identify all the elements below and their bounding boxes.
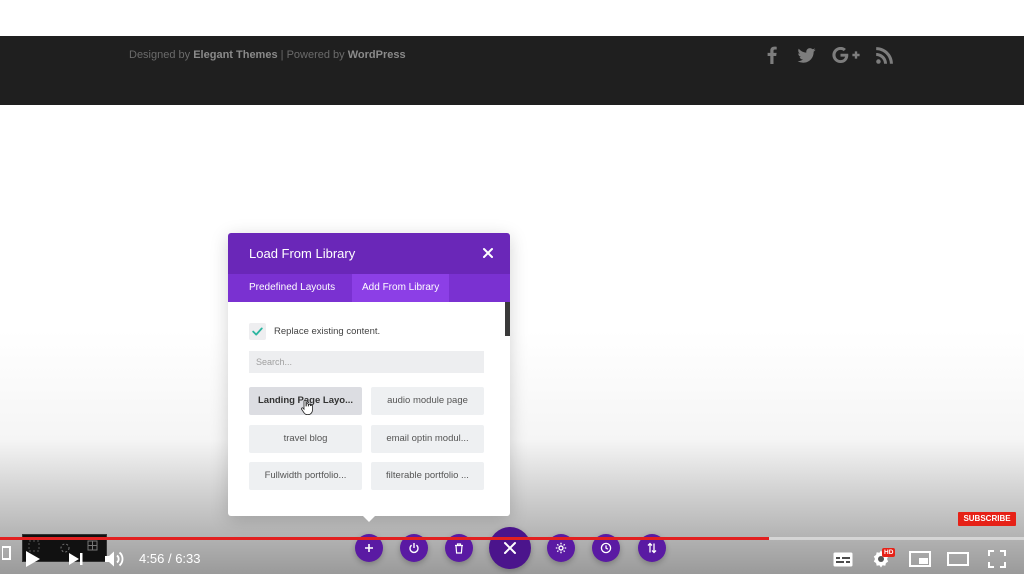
add-icon	[365, 544, 373, 552]
fullscreen-button[interactable]	[986, 548, 1008, 570]
replace-content-option: Replace existing content.	[249, 322, 380, 340]
close-icon[interactable]	[480, 245, 496, 261]
close-builder-button[interactable]	[489, 527, 531, 569]
elegant-themes-link[interactable]: Elegant Themes	[193, 49, 277, 61]
layout-item-audio-module-page[interactable]: audio module page	[371, 387, 484, 415]
replace-content-checkbox[interactable]	[249, 322, 266, 340]
time-display: 4:56 / 6:33	[139, 551, 201, 566]
layout-item-filterable-portfolio[interactable]: filterable portfolio ...	[371, 462, 484, 490]
tab-predefined-layouts[interactable]: Predefined Layouts	[239, 274, 345, 302]
power-icon	[409, 543, 419, 554]
modal-title: Load From Library	[249, 246, 356, 261]
modal-header: Load From Library	[228, 233, 510, 274]
hand-cursor-icon	[301, 399, 313, 415]
current-time: 4:56	[139, 551, 165, 566]
subtitles-icon	[833, 552, 853, 566]
trash-icon	[455, 542, 463, 554]
replace-content-label: Replace existing content.	[274, 325, 381, 337]
previous-chapter-icon[interactable]	[0, 544, 14, 562]
gear-icon	[555, 542, 567, 554]
volume-icon	[105, 551, 124, 567]
play-icon	[26, 551, 40, 567]
tab-add-from-library[interactable]: Add From Library	[352, 274, 450, 302]
layout-item-email-optin[interactable]: email optin modul...	[371, 425, 484, 453]
theater-mode-button[interactable]	[946, 548, 970, 570]
history-icon	[600, 542, 612, 554]
play-button[interactable]	[22, 548, 44, 570]
modal-pointer-arrow	[362, 515, 376, 522]
scrollbar-thumb[interactable]	[505, 302, 510, 336]
subtitles-button[interactable]	[832, 548, 854, 570]
powered-by-text: Powered by	[286, 49, 345, 61]
modal-tabs: Predefined Layouts Add From Library	[228, 274, 510, 302]
footer-credit: Designed by Elegant Themes | Powered by …	[129, 49, 406, 61]
progress-bar[interactable]	[0, 537, 1024, 540]
top-strip	[0, 0, 1024, 36]
next-icon	[69, 553, 83, 565]
volume-button[interactable]	[102, 548, 128, 570]
search-input[interactable]	[249, 351, 484, 373]
duration: 6:33	[175, 551, 201, 566]
load-from-library-modal: Load From Library Predefined Layouts Add…	[228, 233, 510, 516]
layout-item-fullwidth-portfolio[interactable]: Fullwidth portfolio...	[249, 462, 362, 490]
hd-badge: HD	[882, 548, 896, 557]
layout-item-travel-blog[interactable]: travel blog	[249, 425, 362, 453]
fullscreen-icon	[988, 550, 1006, 568]
close-icon	[504, 542, 516, 554]
twitter-icon[interactable]	[792, 44, 820, 66]
credit-separator: |	[280, 49, 284, 61]
theater-icon	[947, 552, 969, 566]
portability-icon	[647, 542, 657, 554]
next-button[interactable]	[66, 548, 86, 570]
checkmark-icon	[252, 327, 263, 335]
subscribe-button[interactable]: SUBSCRIBE	[958, 512, 1016, 526]
progress-played	[0, 537, 770, 540]
miniplayer-button[interactable]	[908, 548, 932, 570]
miniplayer-icon	[909, 551, 931, 567]
designed-by-text: Designed by	[129, 49, 191, 61]
rss-icon[interactable]	[870, 44, 898, 66]
facebook-icon[interactable]	[758, 44, 786, 66]
wordpress-link[interactable]: WordPress	[348, 49, 406, 61]
site-footer: Designed by Elegant Themes | Powered by …	[0, 36, 1024, 105]
google-plus-icon[interactable]	[830, 44, 862, 66]
time-separator: /	[167, 551, 172, 566]
